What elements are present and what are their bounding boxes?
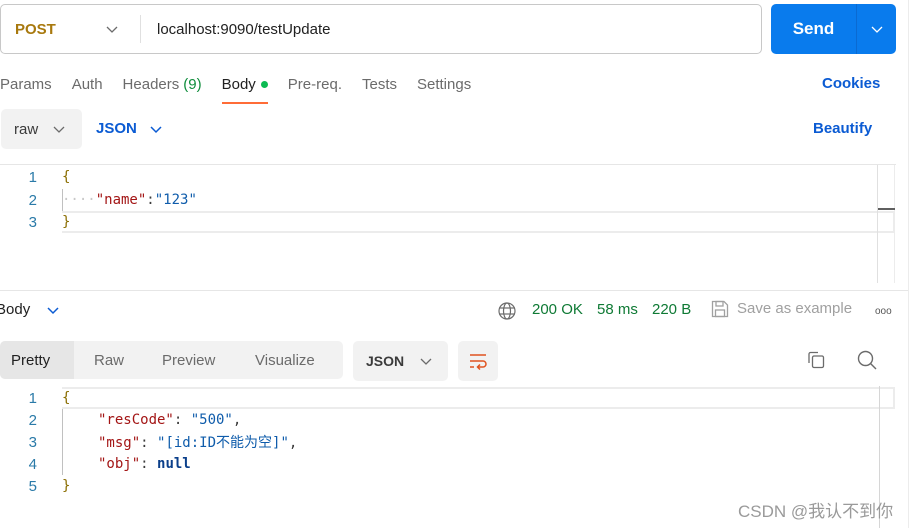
json-null: null <box>157 456 191 472</box>
method-select[interactable]: POST <box>1 5 140 53</box>
line-number: 3 <box>28 433 37 451</box>
whitespace-marker: ···· <box>62 192 96 208</box>
json-value: "[id:ID不能为空]" <box>157 435 289 451</box>
chevron-down-icon <box>150 125 162 133</box>
section-divider <box>0 290 908 291</box>
tab-pretty[interactable]: Pretty <box>0 341 74 379</box>
editor-scrollbar-edge <box>894 165 895 283</box>
chevron-down-icon <box>53 126 65 133</box>
tab-raw[interactable]: Raw <box>74 341 144 379</box>
code-line: 4 "obj": null <box>0 453 896 475</box>
body-mode-select[interactable]: raw <box>1 109 82 149</box>
line-number: 1 <box>28 168 37 186</box>
method-label: POST <box>15 20 56 38</box>
line-number: 2 <box>28 411 37 429</box>
response-format-label: JSON <box>366 353 405 369</box>
more-options-icon[interactable]: ooo <box>875 306 892 317</box>
json-key: "msg" <box>98 435 141 451</box>
wrap-text-icon <box>470 354 487 371</box>
right-panel-divider <box>908 0 909 528</box>
tab-headers[interactable]: Headers (9) <box>123 72 202 96</box>
tab-label: Params <box>0 75 52 93</box>
tab-auth[interactable]: Auth <box>72 72 103 96</box>
response-section-select[interactable]: Body <box>0 301 60 318</box>
code-line: 2 ····"name":"123" <box>0 189 896 211</box>
json-colon: : <box>146 192 155 208</box>
json-key: "obj" <box>98 456 141 472</box>
code-text: "msg": "[id:ID不能为空]", <box>98 435 298 451</box>
tab-settings[interactable]: Settings <box>417 72 471 96</box>
line-number: 4 <box>28 455 37 473</box>
code-line: 1 { <box>0 387 896 409</box>
response-size[interactable]: 220 B <box>652 301 691 318</box>
beautify-button[interactable]: Beautify <box>813 120 872 137</box>
chevron-down-icon <box>47 306 59 314</box>
tab-label: Tests <box>361 75 397 93</box>
body-indicator-dot <box>260 80 268 88</box>
chevron-down-icon <box>106 26 118 33</box>
tab-params[interactable]: Params <box>0 72 52 96</box>
editor-scrollbar-track[interactable] <box>877 165 878 283</box>
request-body-editor[interactable]: 1 { 2 ····"name":"123" 3 } <box>0 164 896 283</box>
code-text: { <box>62 390 71 406</box>
code-line: 5 } <box>0 475 896 497</box>
tab-body[interactable]: Body <box>221 72 269 104</box>
response-view-tabs: Pretty Raw Preview Visualize <box>0 341 343 379</box>
code-text: { <box>62 169 71 185</box>
line-number: 5 <box>28 477 37 495</box>
json-key: "resCode" <box>98 412 174 428</box>
status-code[interactable]: 200 OK <box>532 301 583 318</box>
tab-preview[interactable]: Preview <box>144 341 240 379</box>
tab-label: Settings <box>417 75 472 93</box>
code-line: 1 { <box>0 166 896 188</box>
tab-label: Body <box>221 75 256 93</box>
search-icon[interactable] <box>856 349 878 371</box>
cookies-link[interactable]: Cookies <box>822 75 880 92</box>
line-number: 1 <box>28 389 37 407</box>
body-format-label: JSON <box>96 120 137 137</box>
code-text: "resCode": "500", <box>98 412 242 428</box>
code-text: ····"name":"123" <box>62 192 197 208</box>
code-line: 3 } <box>0 211 896 233</box>
send-options-button[interactable] <box>857 4 896 54</box>
send-button[interactable]: Send <box>771 4 856 54</box>
json-key: "name" <box>95 192 147 208</box>
copy-icon[interactable] <box>806 350 826 370</box>
tab-tests[interactable]: Tests <box>362 72 397 96</box>
json-value: "123" <box>154 192 197 208</box>
code-text: } <box>62 478 71 494</box>
tab-pre-request[interactable]: Pre-req. <box>288 72 342 96</box>
headers-count: (9) <box>183 75 202 93</box>
globe-icon[interactable] <box>497 301 517 321</box>
response-section-label: Body <box>0 301 31 318</box>
tab-label: Pre-req. <box>287 75 342 93</box>
code-text: } <box>62 214 71 230</box>
code-line: 2 "resCode": "500", <box>0 409 896 431</box>
line-number: 3 <box>28 213 37 231</box>
chevron-down-icon <box>420 358 432 365</box>
cursor-position-marker <box>878 208 895 210</box>
watermark: CSDN @我认不到你 <box>738 502 894 521</box>
save-as-example-button[interactable]: Save as example <box>737 300 852 317</box>
code-line: 3 "msg": "[id:ID不能为空]", <box>0 431 896 453</box>
wrap-lines-button[interactable] <box>458 341 498 381</box>
tab-label: Auth <box>71 75 103 93</box>
tab-visualize[interactable]: Visualize <box>240 341 327 379</box>
line-number: 2 <box>28 191 37 209</box>
response-format-select[interactable]: JSON <box>353 341 448 381</box>
chevron-down-icon <box>871 26 882 33</box>
response-time[interactable]: 58 ms <box>597 301 638 318</box>
body-mode-label: raw <box>14 120 39 138</box>
body-format-select[interactable]: JSON <box>96 120 163 137</box>
save-icon <box>711 300 729 318</box>
request-tabs: Params Auth Headers (9) Body Pre-req. Tes… <box>0 72 491 106</box>
url-input[interactable]: localhost:9090/testUpdate <box>141 21 330 38</box>
code-text: "obj": null <box>98 456 191 472</box>
request-url-bar: POST localhost:9090/testUpdate <box>0 4 762 54</box>
send-button-group: Send <box>771 4 896 54</box>
json-value: "500" <box>190 412 233 428</box>
tab-label: Headers <box>122 75 180 93</box>
